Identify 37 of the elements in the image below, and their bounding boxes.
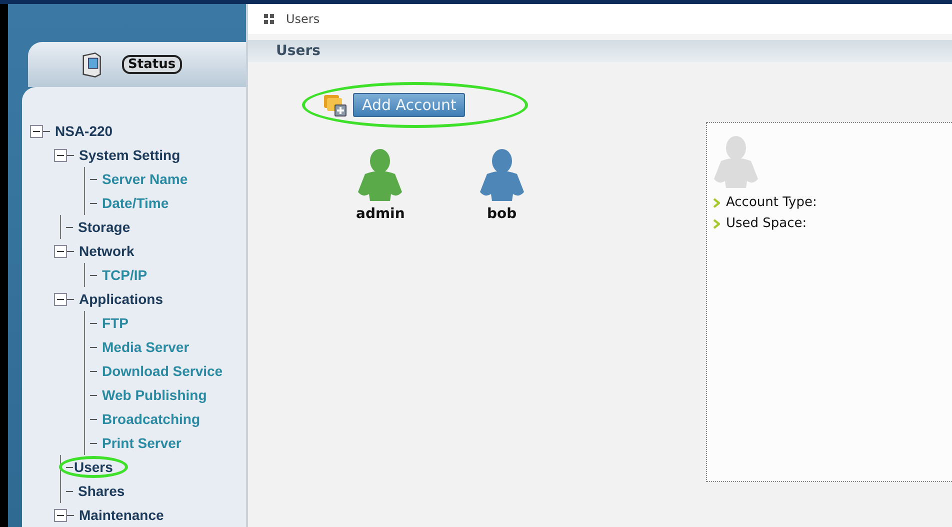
tree-item[interactable]: Users bbox=[59, 456, 128, 478]
tree-item[interactable]: TCP/IP bbox=[97, 264, 152, 286]
field-label: Account Type: bbox=[726, 195, 817, 210]
folder-add-icon bbox=[323, 93, 349, 117]
tree-item[interactable]: Maintenance bbox=[74, 504, 169, 526]
tree-item[interactable]: System Setting bbox=[74, 144, 186, 166]
add-account-button[interactable]: Add Account bbox=[353, 93, 466, 117]
tree-item[interactable]: FTP bbox=[97, 312, 134, 334]
status-tab[interactable]: Status bbox=[28, 42, 246, 87]
tree-item[interactable]: Storage bbox=[73, 216, 136, 238]
user-placeholder-icon bbox=[713, 135, 759, 189]
breadcrumb: Users bbox=[286, 12, 320, 26]
collapse-toggle[interactable] bbox=[54, 244, 67, 258]
user-icon[interactable] bbox=[357, 148, 404, 202]
tree-item[interactable]: Download Service bbox=[97, 360, 228, 382]
tree-item[interactable]: Print Server bbox=[97, 432, 186, 454]
tree-item[interactable]: Applications bbox=[74, 288, 168, 310]
status-label: Status bbox=[122, 55, 182, 74]
field-label: Used Space: bbox=[726, 216, 807, 231]
tree-item[interactable]: NSA-220 bbox=[50, 120, 118, 142]
tree-item[interactable]: Web Publishing bbox=[97, 384, 212, 406]
collapse-toggle[interactable] bbox=[54, 148, 67, 162]
tree-item[interactable]: Shares bbox=[73, 480, 130, 502]
user-icon[interactable] bbox=[478, 148, 525, 202]
tree-item[interactable]: Server Name bbox=[97, 168, 193, 190]
collapse-toggle[interactable] bbox=[30, 124, 43, 138]
user-name: admin bbox=[356, 206, 405, 222]
tree-item[interactable]: Media Server bbox=[97, 336, 194, 358]
tree-item[interactable]: Network bbox=[74, 240, 140, 262]
tree-item[interactable]: Date/Time bbox=[97, 192, 174, 214]
server-icon bbox=[80, 52, 102, 78]
collapse-toggle[interactable] bbox=[54, 508, 67, 522]
panel-title-text: Users bbox=[276, 43, 320, 59]
tree-item[interactable]: Broadcatching bbox=[97, 408, 206, 430]
user-name: bob bbox=[486, 206, 517, 222]
grid-icon bbox=[264, 14, 274, 24]
collapse-toggle[interactable] bbox=[54, 292, 67, 306]
